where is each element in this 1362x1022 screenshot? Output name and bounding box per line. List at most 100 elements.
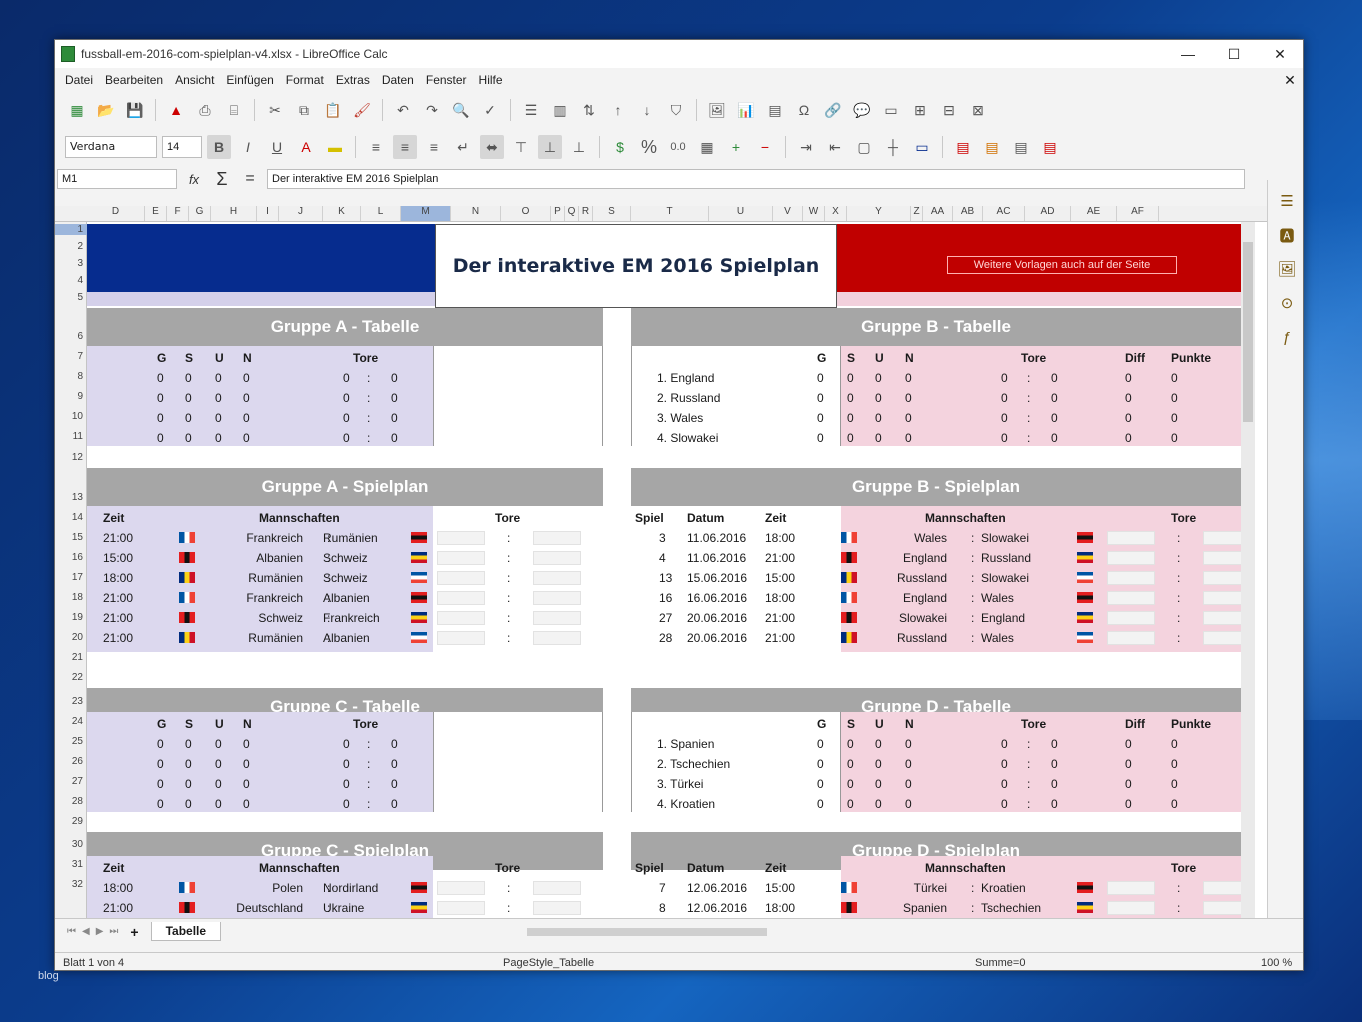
open-icon[interactable]: 📂 xyxy=(94,98,118,122)
table-row[interactable]: 1. England 0 0 0 0 0: 0 0 0 xyxy=(631,368,1241,388)
column-header[interactable]: V xyxy=(773,206,803,221)
schedule-row[interactable]: 4 11.06.2016 21:00 England: Russland: xyxy=(631,548,1241,568)
wrap-text-icon[interactable]: ↵ xyxy=(451,135,475,159)
styles-sidebar-icon[interactable]: 🅰 xyxy=(1274,222,1300,248)
split-window-icon[interactable]: ⊠ xyxy=(966,98,990,122)
percent-icon[interactable]: % xyxy=(637,135,661,159)
prev-sheet-icon[interactable]: ◀ xyxy=(82,926,90,937)
away-score-input[interactable] xyxy=(533,531,581,545)
undo-icon[interactable]: ↶ xyxy=(391,98,415,122)
minimize-button[interactable]: — xyxy=(1165,40,1211,68)
horizontal-scrollbar[interactable] xyxy=(227,924,1303,940)
away-score-input[interactable] xyxy=(1203,551,1241,565)
close-button[interactable]: ✕ xyxy=(1257,40,1303,68)
row-header[interactable]: 17 xyxy=(55,572,87,583)
row-header[interactable]: 30 xyxy=(55,839,87,850)
maximize-button[interactable]: ☐ xyxy=(1211,40,1257,68)
spelling-icon[interactable]: ✓ xyxy=(478,98,502,122)
home-score-input[interactable] xyxy=(437,881,485,895)
align-left-icon[interactable]: ≡ xyxy=(364,135,388,159)
menu-extras[interactable]: Extras xyxy=(330,73,376,87)
table-row[interactable]: 1. Spanien 0 0 0 0 0: 0 0 0 xyxy=(631,734,1241,754)
paste-icon[interactable]: 📋 xyxy=(321,98,345,122)
number-format-icon[interactable]: 0.0 xyxy=(666,135,690,159)
away-score-input[interactable] xyxy=(1203,591,1241,605)
home-score-input[interactable] xyxy=(437,531,485,545)
row-header[interactable]: 22 xyxy=(55,672,87,683)
away-score-input[interactable] xyxy=(1203,631,1241,645)
row-header[interactable]: 25 xyxy=(55,736,87,747)
font-color-icon[interactable]: A xyxy=(294,135,318,159)
row-header[interactable]: 8 xyxy=(55,371,87,382)
row-header[interactable]: 9 xyxy=(55,391,87,402)
schedule-row[interactable]: 21:00 Deutschland: Ukraine: xyxy=(87,898,603,918)
row-header[interactable]: 2 xyxy=(55,241,87,252)
name-box[interactable]: M1 xyxy=(57,169,177,189)
insert-cells-icon[interactable]: ▤ xyxy=(1009,135,1033,159)
schedule-row[interactable]: 21:00 Frankreich: Albanien: xyxy=(87,588,603,608)
table-row[interactable]: 4. Kroatien 0 0 0 0 0: 0 0 0 xyxy=(631,794,1241,814)
schedule-row[interactable]: 3 11.06.2016 18:00 Wales: Slowakei: xyxy=(631,528,1241,548)
column-header[interactable]: H xyxy=(211,206,257,221)
menu-einfuegen[interactable]: Einfügen xyxy=(220,73,279,87)
vertical-scrollbar[interactable] xyxy=(1241,222,1255,918)
column-header[interactable]: AA xyxy=(923,206,953,221)
table-row[interactable]: 00000:000 xyxy=(87,368,510,388)
align-center-icon[interactable]: ≡ xyxy=(393,135,417,159)
menu-ansicht[interactable]: Ansicht xyxy=(169,73,220,87)
schedule-row[interactable]: 21:00 Schweiz: Frankreich: xyxy=(87,608,603,628)
row-header[interactable]: 24 xyxy=(55,716,87,727)
column-header[interactable]: P xyxy=(551,206,565,221)
column-header[interactable]: Q xyxy=(565,206,579,221)
column-header[interactable]: F xyxy=(167,206,189,221)
column-header[interactable]: T xyxy=(631,206,709,221)
row-header[interactable]: 3 xyxy=(55,258,87,269)
sum-display[interactable]: Summe=0 xyxy=(975,957,1025,969)
column-header[interactable]: I xyxy=(257,206,279,221)
table-row[interactable]: 00000:000 xyxy=(87,734,510,754)
table-row[interactable]: 2. Tschechien 0 0 0 0 0: 0 0 0 xyxy=(631,754,1241,774)
properties-icon[interactable]: ☰ xyxy=(1274,188,1300,214)
define-print-area-icon[interactable]: ⊞ xyxy=(908,98,932,122)
insert-image-icon[interactable]: 🖼 xyxy=(705,98,729,122)
column-header[interactable]: Z xyxy=(911,206,923,221)
schedule-row[interactable]: 15:00 Albanien: Schweiz: xyxy=(87,548,603,568)
column-header[interactable]: O xyxy=(501,206,551,221)
gallery-icon[interactable]: 🖼 xyxy=(1274,256,1300,282)
close-document-icon[interactable]: ✕ xyxy=(1277,72,1303,89)
column-header[interactable]: L xyxy=(361,206,401,221)
row-header[interactable]: 31 xyxy=(55,859,87,870)
row-header[interactable]: 11 xyxy=(55,431,87,442)
sort-descending-icon[interactable]: ↓ xyxy=(635,98,659,122)
last-sheet-icon[interactable]: ⏭ xyxy=(109,926,118,937)
away-score-input[interactable] xyxy=(533,631,581,645)
styles-icon[interactable]: ▤ xyxy=(980,135,1004,159)
sort-icon[interactable]: ⇅ xyxy=(577,98,601,122)
away-score-input[interactable] xyxy=(1203,611,1241,625)
headers-footers-icon[interactable]: ▭ xyxy=(879,98,903,122)
schedule-row[interactable]: 7 12.06.2016 15:00 Türkei: Kroatien: xyxy=(631,878,1241,898)
away-score-input[interactable] xyxy=(533,571,581,585)
row-header[interactable]: 21 xyxy=(55,652,87,663)
schedule-row[interactable]: 28 20.06.2016 21:00 Russland: Wales: xyxy=(631,628,1241,648)
away-score-input[interactable] xyxy=(533,901,581,915)
row-header[interactable]: 13 xyxy=(55,492,87,503)
new-document-icon[interactable]: ▦ xyxy=(65,98,89,122)
column-header[interactable]: S xyxy=(593,206,631,221)
font-size-box[interactable]: 14 xyxy=(162,136,202,158)
menu-bearbeiten[interactable]: Bearbeiten xyxy=(99,73,169,87)
home-score-input[interactable] xyxy=(1107,591,1155,605)
hyperlink-icon[interactable]: 🔗 xyxy=(821,98,845,122)
delete-cells-icon[interactable]: ▤ xyxy=(1038,135,1062,159)
row-header[interactable]: 15 xyxy=(55,532,87,543)
home-score-input[interactable] xyxy=(1107,881,1155,895)
pivot-table-icon[interactable]: ▤ xyxy=(763,98,787,122)
menu-daten[interactable]: Daten xyxy=(376,73,420,87)
decrease-indent-icon[interactable]: ⇤ xyxy=(823,135,847,159)
currency-icon[interactable]: $ xyxy=(608,135,632,159)
zoom-level[interactable]: 100 % xyxy=(1261,957,1292,969)
function-wizard-icon[interactable]: fx xyxy=(183,172,205,187)
row-header[interactable]: 1 xyxy=(55,224,87,235)
borders-icon[interactable]: ▢ xyxy=(852,135,876,159)
home-score-input[interactable] xyxy=(437,901,485,915)
